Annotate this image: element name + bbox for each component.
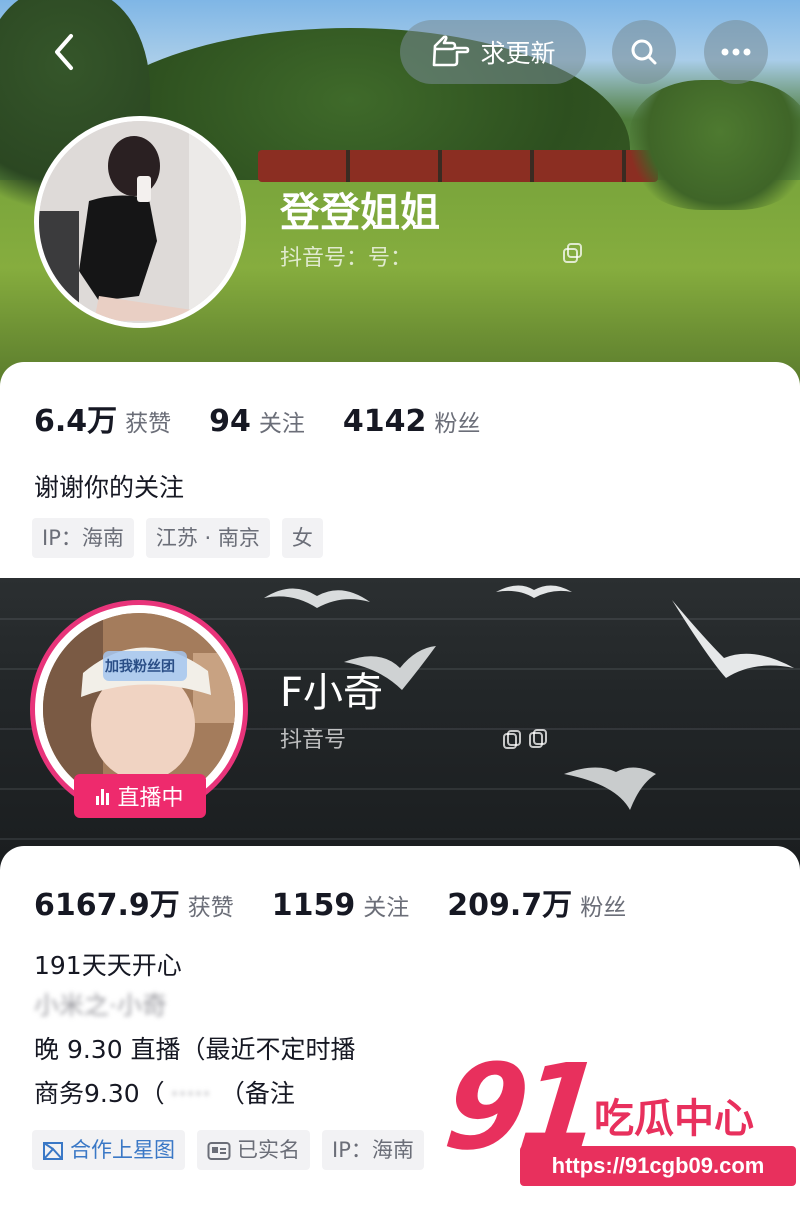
- tag-label: 已实名: [237, 1138, 300, 1162]
- seagull-image: [672, 600, 794, 678]
- tag-gender: 女: [281, 518, 323, 558]
- profile1-info-card: 6.4万 获赞 94 关注 4142 粉丝 谢谢你的关注 IP：海南 江苏 · …: [0, 362, 800, 578]
- stat-following[interactable]: 94 关注: [209, 404, 305, 439]
- profile1-douyin-id: 抖音号：号：: [280, 246, 413, 271]
- avatar-photo: [39, 121, 241, 323]
- tag-ip: IP：海南: [32, 518, 134, 558]
- stat-label: 关注: [363, 895, 410, 921]
- stat-followers[interactable]: 209.7万 粉丝: [447, 880, 626, 924]
- stat-likes[interactable]: 6167.9万 获赞: [34, 880, 234, 924]
- avatar-sign-text: 加我粉丝团: [105, 659, 175, 675]
- search-icon: [631, 39, 657, 65]
- watermark-logo: 91 吃瓜中心 https://91cgb09.com: [439, 1038, 796, 1198]
- live-badge[interactable]: 直播中: [74, 774, 206, 818]
- stat-value: 1159: [271, 888, 356, 923]
- stat-value: 6.4万: [34, 404, 118, 439]
- stat-following[interactable]: 1159 关注: [272, 888, 410, 923]
- cover-train: [258, 150, 658, 182]
- stat-value: 209.7万: [447, 888, 573, 923]
- pointing-hand-icon: [433, 35, 470, 67]
- copy-icon[interactable]: [502, 728, 548, 750]
- bio-text: 商务9.30（: [34, 1079, 165, 1108]
- stat-label: 获赞: [125, 411, 172, 437]
- search-button[interactable]: [612, 20, 676, 84]
- profile1-name: 登登姐姐: [280, 190, 440, 236]
- seagull-image: [264, 588, 370, 608]
- tag-label: 合作上星图: [70, 1138, 175, 1162]
- copy-icon[interactable]: [562, 242, 584, 264]
- watermark-url: https://91cgb09.com: [520, 1146, 796, 1186]
- profile2-bio-line: 晚 9.30 直播（最近不定时播: [34, 1035, 356, 1064]
- live-bars-icon: [96, 787, 110, 805]
- profile2-douyin-id: 抖音号: [280, 728, 347, 753]
- stat-value: 4142: [342, 404, 427, 439]
- star-map-icon: [43, 1142, 63, 1160]
- id-card-icon: [207, 1142, 231, 1160]
- profile2-stats: 6167.9万 获赞 1159 关注 209.7万 粉丝: [34, 880, 664, 924]
- stat-label: 粉丝: [580, 895, 627, 921]
- stat-label: 关注: [258, 411, 305, 437]
- more-button[interactable]: [704, 20, 768, 84]
- cover-tree-right: [630, 80, 800, 210]
- request-update-button[interactable]: 求更新: [400, 20, 586, 84]
- request-update-label: 求更新: [480, 39, 556, 68]
- tag-ip: IP：海南: [322, 1130, 424, 1170]
- bio-text: （备注: [232, 1079, 295, 1108]
- profile2-bio-line: 商务9.30（ ····· （备注: [34, 1078, 295, 1110]
- stat-label: 获赞: [187, 895, 234, 921]
- profile2-tags: 合作上星图 已实名 IP：海南: [32, 1130, 424, 1170]
- tag-star-map[interactable]: 合作上星图: [32, 1130, 185, 1170]
- live-label: 直播中: [117, 786, 184, 811]
- seagull-image: [496, 585, 572, 598]
- stat-followers[interactable]: 4142 粉丝: [343, 404, 481, 439]
- profile2-name: F小奇: [280, 670, 384, 716]
- tag-verified[interactable]: 已实名: [197, 1130, 310, 1170]
- profile2-bio-line-blurred: 小米之·小奇: [34, 991, 167, 1020]
- stat-value: 6167.9万: [34, 888, 180, 923]
- back-button[interactable]: [42, 30, 86, 74]
- more-dots-icon: [721, 48, 751, 56]
- watermark-title: 吃瓜中心: [594, 1096, 754, 1142]
- stat-likes[interactable]: 6.4万 获赞: [34, 396, 171, 440]
- sea-wave: [0, 838, 800, 840]
- stat-value: 94: [209, 404, 251, 439]
- profile2-bio-line: 191天天开心: [34, 951, 182, 980]
- tag-location[interactable]: 江苏 · 南京: [145, 518, 270, 558]
- seagull-image: [564, 767, 656, 810]
- profile1-tags: IP：海南 江苏 · 南京 女: [32, 518, 323, 558]
- chevron-left-icon: [55, 34, 73, 70]
- profile1-stats: 6.4万 获赞 94 关注 4142 粉丝: [34, 396, 518, 440]
- bio-text-blurred: ·····: [170, 1079, 211, 1108]
- profile1-avatar[interactable]: [34, 116, 246, 328]
- profile1-bio: 谢谢你的关注: [34, 473, 185, 502]
- stat-label: 粉丝: [434, 411, 481, 437]
